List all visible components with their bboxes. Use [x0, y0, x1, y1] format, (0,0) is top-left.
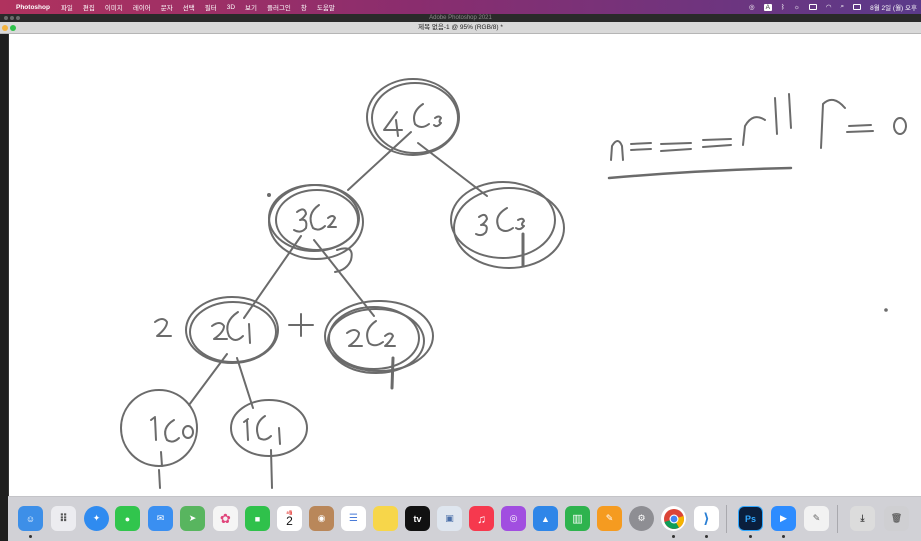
notes-icon[interactable] — [373, 506, 398, 531]
photoshop-icon[interactable]: Ps — [738, 506, 763, 531]
vscode-icon[interactable]: ⟩ — [694, 506, 719, 531]
node-3c2 — [268, 184, 364, 273]
menu-window[interactable]: 창 — [301, 2, 307, 12]
menu-3d[interactable]: 3D — [227, 4, 235, 11]
apple-tv-icon[interactable]: tv — [405, 506, 430, 531]
spotlight-search-icon[interactable]: ⌕ — [840, 3, 844, 11]
mail-icon[interactable]: ✉ — [148, 506, 173, 531]
textedit-icon[interactable]: ✎ — [804, 506, 829, 531]
node-4c3 — [366, 78, 460, 156]
menu-view[interactable]: 보기 — [245, 2, 257, 12]
photoshop-canvas[interactable] — [8, 34, 921, 496]
messages-icon[interactable]: ● — [115, 506, 140, 531]
photos-icon[interactable]: ✿ — [213, 506, 238, 531]
menu-image[interactable]: 이미지 — [105, 2, 123, 12]
coefficient-two — [154, 318, 172, 337]
menu-filter[interactable]: 필터 — [205, 2, 217, 12]
photoshop-running-indicator — [749, 535, 752, 538]
formula-n-equals-r-or-r-equals-0 — [607, 93, 907, 180]
menu-edit[interactable]: 편집 — [83, 2, 95, 12]
podcasts-icon[interactable]: ◎ — [501, 506, 526, 531]
finder-icon[interactable]: ☺ — [18, 506, 43, 531]
system-preferences-icon[interactable]: ⚙ — [629, 506, 654, 531]
document-title-bar: 제목 없음-1 @ 95% (RGB/8) * — [0, 22, 921, 34]
edge-2c1-1c1 — [236, 357, 254, 409]
menu-layer[interactable]: 레이어 — [133, 2, 151, 12]
maps-icon[interactable]: ➤ — [180, 506, 205, 531]
menu-type[interactable]: 문자 — [161, 2, 173, 12]
handwriting-drawing — [120, 78, 907, 489]
node-2c1 — [185, 296, 279, 364]
battery-icon[interactable] — [808, 4, 817, 10]
menu-select[interactable]: 선택 — [183, 2, 195, 12]
zoom-icon[interactable]: ▶ — [771, 506, 796, 531]
keyboard-brightness-icon[interactable]: ☼ — [794, 4, 800, 11]
trash-icon[interactable]: 🗑 — [884, 506, 909, 531]
menu-app-name[interactable]: Photoshop — [16, 4, 50, 11]
dock: ☺ ⠿ ✦ ● ✉ ➤ ✿ ■ 8월 2 ◉ ☰ tv ▣ ♫ ◎ ▲ ▥ ✎ … — [8, 496, 921, 541]
app-title: Adobe Photoshop 2021 — [429, 15, 492, 21]
contacts-icon[interactable]: ◉ — [309, 506, 334, 531]
edge-4c3-3c2 — [347, 131, 412, 191]
dock-separator — [726, 505, 727, 533]
chrome-icon[interactable] — [661, 506, 686, 531]
menu-help[interactable]: 도움말 — [317, 2, 335, 12]
input-method-indicator[interactable]: A — [763, 3, 772, 11]
numbers-icon[interactable]: ▥ — [565, 506, 590, 531]
chrome-logo — [663, 508, 684, 529]
dock-separator-2 — [837, 505, 838, 533]
keynote-icon[interactable]: ▲ — [533, 506, 558, 531]
creative-cloud-icon[interactable]: ◎ — [749, 3, 755, 11]
preview-icon[interactable]: ▣ — [437, 506, 462, 531]
chrome-running-indicator — [672, 535, 675, 538]
node-2c2 — [324, 300, 434, 390]
vscode-running-indicator — [705, 535, 708, 538]
zoom-running-indicator — [782, 535, 785, 538]
safari-icon[interactable]: ✦ — [84, 506, 109, 531]
apple-tv-label: tv — [413, 513, 422, 524]
menu-clock[interactable]: 8월 2일 (월) 오후 — [870, 2, 917, 12]
reminders-icon[interactable]: ☰ — [341, 506, 366, 531]
downloads-icon[interactable]: ⤓ — [850, 506, 875, 531]
control-center-icon[interactable] — [853, 4, 862, 10]
pages-icon[interactable]: ✎ — [597, 506, 622, 531]
calendar-day: 2 — [286, 513, 293, 528]
document-title: 제목 없음-1 @ 95% (RGB/8) * — [418, 24, 503, 31]
facetime-icon[interactable]: ■ — [245, 506, 270, 531]
plus-sign — [288, 313, 314, 337]
menu-file[interactable]: 파일 — [61, 2, 73, 12]
bluetooth-icon[interactable]: ᛒ — [781, 4, 785, 11]
launchpad-icon[interactable]: ⠿ — [51, 506, 76, 531]
finder-running-indicator — [29, 535, 32, 538]
node-1c0 — [120, 389, 198, 489]
node-1c1 — [230, 399, 308, 489]
menu-status-area: ◎ A ᛒ ☼ ◠ ⌕ 8월 2일 (월) 오후 — [749, 0, 917, 14]
music-icon[interactable]: ♫ — [469, 506, 494, 531]
menu-plugins[interactable]: 플러그인 — [267, 2, 291, 12]
menu-bar: Photoshop 파일 편집 이미지 레이어 문자 선택 필터 3D 보기 플… — [0, 0, 921, 14]
wifi-icon[interactable]: ◠ — [826, 3, 832, 11]
node-3c3 — [450, 181, 565, 269]
photoshop-label: Ps — [744, 513, 756, 524]
edge-2c1-1c0 — [188, 353, 228, 406]
calendar-icon[interactable]: 8월 2 — [277, 506, 302, 531]
